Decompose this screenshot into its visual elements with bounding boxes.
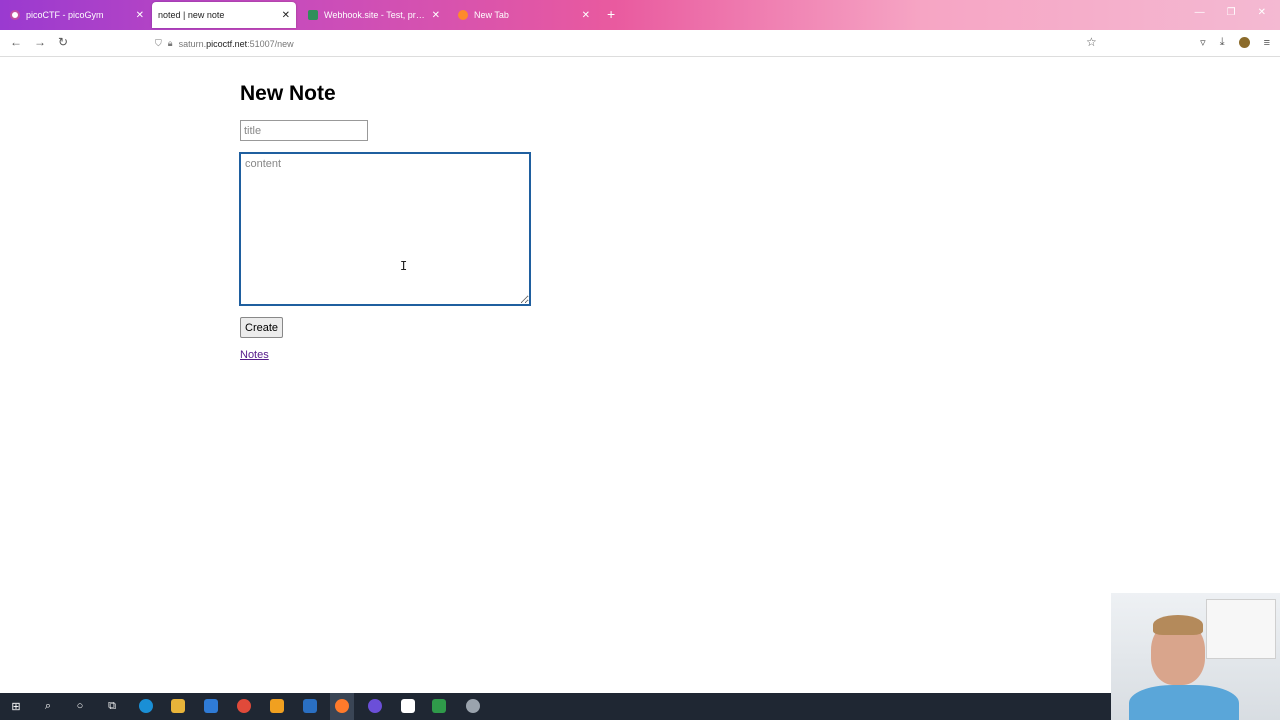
url-text: saturn.picoctf.net:51007/new <box>178 38 294 49</box>
text-cursor-icon: I <box>400 259 408 273</box>
firefox-icon[interactable] <box>335 699 349 713</box>
close-icon[interactable]: ✕ <box>432 10 440 21</box>
tab-label: picoCTF - picoGym <box>26 10 104 20</box>
taskbar: ⊞ ⌕ ○ ⧉ <box>0 693 1111 720</box>
url-bar[interactable]: ⛉ 🔒︎ saturn.picoctf.net:51007/new <box>155 34 1105 53</box>
menu-icon[interactable]: ≡ <box>1264 37 1270 49</box>
file-explorer-icon[interactable] <box>171 699 185 713</box>
presenter-hair <box>1153 615 1203 635</box>
store-icon[interactable] <box>204 699 218 713</box>
obs-icon[interactable] <box>466 699 480 713</box>
back-arrow-icon[interactable]: ← <box>10 35 22 49</box>
download-icon[interactable]: ⤓ <box>1220 36 1225 49</box>
tracking-shield-icon[interactable]: ⛉ <box>155 38 162 49</box>
picoctf-favicon-icon <box>10 10 20 20</box>
restore-icon[interactable]: ❐ <box>1227 7 1236 18</box>
close-window-icon[interactable]: ✕ <box>1258 7 1266 18</box>
forward-arrow-icon[interactable]: → <box>34 35 46 49</box>
chrome-icon[interactable] <box>237 699 251 713</box>
tab-label: Webhook.site - Test, process an <box>324 10 426 20</box>
search-icon[interactable]: ⌕ <box>41 699 55 713</box>
webcam-overlay <box>1111 593 1280 720</box>
tab-picogym[interactable]: picoCTF - picoGym ✕ <box>4 2 150 28</box>
windows-start-icon[interactable]: ⊞ <box>9 699 23 713</box>
page-title: New Note <box>240 82 336 105</box>
editor-icon[interactable] <box>270 699 284 713</box>
new-tab-button[interactable]: + <box>607 6 615 22</box>
navigation-bar: ← → ↻ ⛉ 🔒︎ saturn.picoctf.net:51007/new … <box>0 30 1280 57</box>
minimize-icon[interactable]: — <box>1195 7 1205 18</box>
close-icon[interactable]: ✕ <box>282 10 290 21</box>
presenter-shirt <box>1129 685 1239 720</box>
lock-icon[interactable]: 🔒︎ <box>168 38 173 49</box>
bookmark-star-icon[interactable]: ☆ <box>1086 35 1097 49</box>
title-input[interactable] <box>240 120 368 141</box>
pocket-icon[interactable]: ▿ <box>1200 36 1206 49</box>
close-icon[interactable]: ✕ <box>582 10 590 21</box>
tab-noted[interactable]: noted | new note ✕ <box>152 2 296 28</box>
reload-icon[interactable]: ↻ <box>58 35 68 49</box>
tab-label: noted | new note <box>158 10 225 20</box>
tab-webhook[interactable]: Webhook.site - Test, process an ✕ <box>302 2 446 28</box>
whiteboard <box>1206 599 1276 659</box>
close-icon[interactable]: ✕ <box>136 10 144 21</box>
task-view-icon[interactable]: ⧉ <box>105 699 119 713</box>
edge-icon[interactable] <box>139 699 153 713</box>
window-controls: — ❐ ✕ <box>1195 7 1266 18</box>
slack-icon[interactable] <box>401 699 415 713</box>
tab-label: New Tab <box>474 10 509 20</box>
create-button[interactable]: Create <box>240 317 284 338</box>
mail-icon[interactable] <box>303 699 317 713</box>
toolbar-right: ▿ ⤓ ≡ <box>1200 36 1270 49</box>
content-textarea[interactable] <box>239 152 531 306</box>
firefox-favicon-icon <box>458 10 468 20</box>
tab-new-tab[interactable]: New Tab ✕ <box>452 2 596 28</box>
discord-icon[interactable] <box>368 699 382 713</box>
webhook-favicon-icon <box>308 10 318 20</box>
cortana-icon[interactable]: ○ <box>73 699 87 713</box>
page-content: New Note I Create Notes <box>0 57 1280 693</box>
notes-link[interactable]: Notes <box>240 349 269 361</box>
tab-strip: picoCTF - picoGym ✕ noted | new note ✕ W… <box>0 0 1280 30</box>
account-avatar-icon[interactable] <box>1238 37 1250 48</box>
spreadsheet-icon[interactable] <box>432 699 446 713</box>
